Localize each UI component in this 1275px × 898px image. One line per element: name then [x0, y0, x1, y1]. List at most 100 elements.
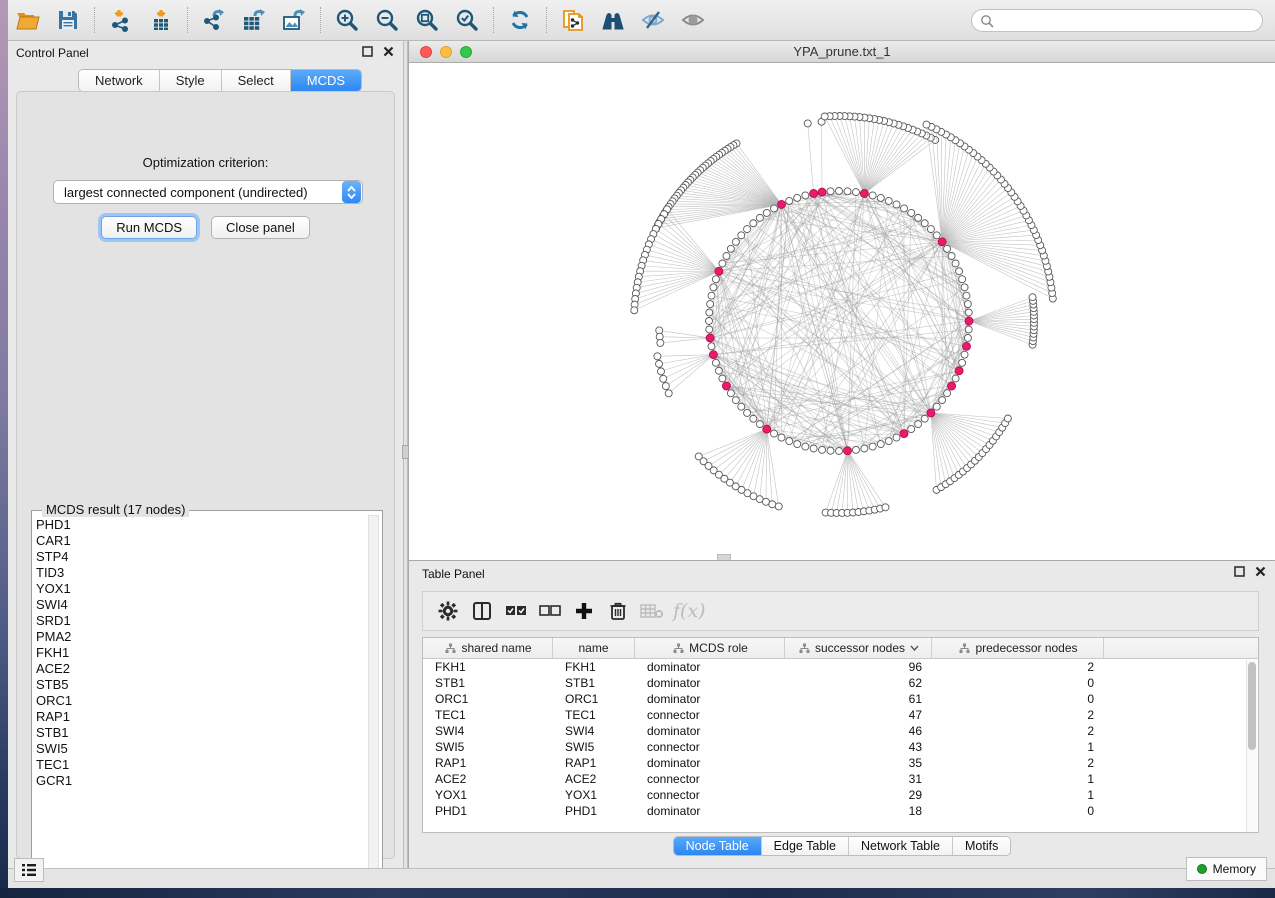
- ring-node[interactable]: [901, 205, 908, 212]
- mcds-result-item[interactable]: SWI5: [36, 741, 366, 757]
- leaf-node[interactable]: [775, 503, 782, 510]
- mcds-hub-node[interactable]: [900, 430, 908, 438]
- ring-node[interactable]: [893, 201, 900, 208]
- zoom-fit-icon[interactable]: [407, 4, 447, 36]
- mcds-hub-node[interactable]: [778, 200, 786, 208]
- ring-node[interactable]: [810, 445, 817, 452]
- leaf-node[interactable]: [660, 375, 667, 382]
- ring-node[interactable]: [844, 188, 851, 195]
- table-row[interactable]: RAP1RAP1dominator352: [423, 755, 1258, 771]
- table-row[interactable]: SWI4SWI4dominator462: [423, 723, 1258, 739]
- ring-node[interactable]: [952, 375, 959, 382]
- table-row[interactable]: SWI5SWI5connector431: [423, 739, 1258, 755]
- search-box[interactable]: [971, 9, 1263, 32]
- ring-node[interactable]: [819, 446, 826, 453]
- mcds-hub-node[interactable]: [948, 382, 956, 390]
- ring-node[interactable]: [933, 232, 940, 239]
- ring-node[interactable]: [861, 445, 868, 452]
- ring-node[interactable]: [964, 334, 971, 341]
- network-canvas[interactable]: [409, 63, 1275, 560]
- table-scrollbar[interactable]: [1246, 660, 1257, 832]
- ring-node[interactable]: [706, 309, 713, 316]
- ring-node[interactable]: [706, 326, 713, 333]
- ring-node[interactable]: [959, 359, 966, 366]
- import-network-icon[interactable]: [101, 4, 141, 36]
- ring-node[interactable]: [771, 205, 778, 212]
- ring-node[interactable]: [771, 430, 778, 437]
- leaf-node[interactable]: [665, 390, 672, 397]
- close-panel-button[interactable]: Close panel: [211, 216, 310, 239]
- tab-network-table[interactable]: Network Table: [849, 837, 953, 855]
- mcds-result-item[interactable]: TEC1: [36, 757, 366, 773]
- deselect-all-icon[interactable]: [535, 596, 565, 626]
- tab-motifs[interactable]: Motifs: [953, 837, 1010, 855]
- mcds-hub-node[interactable]: [709, 351, 717, 359]
- mcds-result-item[interactable]: CAR1: [36, 533, 366, 549]
- ring-node[interactable]: [712, 276, 719, 283]
- mcds-result-item[interactable]: GCR1: [36, 773, 366, 789]
- leaf-node[interactable]: [631, 307, 638, 314]
- ring-node[interactable]: [965, 309, 972, 316]
- ring-node[interactable]: [893, 434, 900, 441]
- ring-node[interactable]: [763, 209, 770, 216]
- leaf-node[interactable]: [657, 339, 664, 346]
- tab-edge-table[interactable]: Edge Table: [762, 837, 849, 855]
- ring-node[interactable]: [727, 390, 734, 397]
- mcds-list-scrollbar[interactable]: [368, 515, 379, 873]
- ring-node[interactable]: [744, 409, 751, 416]
- ring-node[interactable]: [836, 448, 843, 455]
- ring-node[interactable]: [927, 226, 934, 233]
- ring-node[interactable]: [961, 351, 968, 358]
- table-row[interactable]: ACE2ACE2connector311: [423, 771, 1258, 787]
- show-columns-icon[interactable]: [467, 596, 497, 626]
- ring-node[interactable]: [939, 397, 946, 404]
- ring-node[interactable]: [715, 367, 722, 374]
- search-input[interactable]: [994, 14, 1244, 28]
- mcds-hub-node[interactable]: [763, 425, 771, 433]
- ring-node[interactable]: [732, 238, 739, 245]
- mcds-hub-node[interactable]: [844, 447, 852, 455]
- ring-node[interactable]: [744, 226, 751, 233]
- zoom-in-icon[interactable]: [327, 4, 367, 36]
- ring-node[interactable]: [786, 438, 793, 445]
- column-header-successor-nodes[interactable]: successor nodes: [785, 638, 932, 658]
- mcds-result-item[interactable]: YOX1: [36, 581, 366, 597]
- hide-details-icon[interactable]: [633, 4, 673, 36]
- table-scrollbar-thumb[interactable]: [1248, 662, 1256, 750]
- ring-node[interactable]: [786, 197, 793, 204]
- ring-node[interactable]: [965, 326, 972, 333]
- ring-node[interactable]: [908, 426, 915, 433]
- ring-node[interactable]: [708, 292, 715, 299]
- mcds-result-item[interactable]: PHD1: [36, 517, 366, 533]
- binoculars-icon[interactable]: [593, 4, 633, 36]
- ring-node[interactable]: [944, 390, 951, 397]
- tab-network[interactable]: Network: [79, 70, 160, 91]
- delete-column-icon[interactable]: [603, 596, 633, 626]
- memory-button[interactable]: Memory: [1186, 857, 1267, 881]
- mcds-result-item[interactable]: ACE2: [36, 661, 366, 677]
- ring-node[interactable]: [852, 446, 859, 453]
- table-row[interactable]: ORC1ORC1dominator610: [423, 691, 1258, 707]
- mcds-hub-node[interactable]: [722, 382, 730, 390]
- ring-node[interactable]: [836, 188, 843, 195]
- mcds-result-item[interactable]: TID3: [36, 565, 366, 581]
- mcds-result-item[interactable]: SWI4: [36, 597, 366, 613]
- ring-node[interactable]: [719, 260, 726, 267]
- mcds-result-item[interactable]: SRD1: [36, 613, 366, 629]
- table-row[interactable]: FKH1FKH1dominator962: [423, 659, 1258, 675]
- mcds-hub-node[interactable]: [963, 342, 971, 350]
- save-session-icon[interactable]: [48, 4, 88, 36]
- ring-node[interactable]: [727, 245, 734, 252]
- mcds-hub-node[interactable]: [965, 317, 973, 325]
- ring-node[interactable]: [732, 397, 739, 404]
- mcds-hub-node[interactable]: [860, 189, 868, 197]
- leaf-node[interactable]: [769, 501, 776, 508]
- ring-node[interactable]: [964, 301, 971, 308]
- criterion-dropdown[interactable]: largest connected component (undirected): [53, 180, 363, 204]
- export-table-icon[interactable]: [234, 4, 274, 36]
- mcds-hub-node[interactable]: [818, 188, 826, 196]
- ring-node[interactable]: [869, 192, 876, 199]
- ring-node[interactable]: [852, 189, 859, 196]
- ring-node[interactable]: [707, 301, 714, 308]
- ring-node[interactable]: [827, 447, 834, 454]
